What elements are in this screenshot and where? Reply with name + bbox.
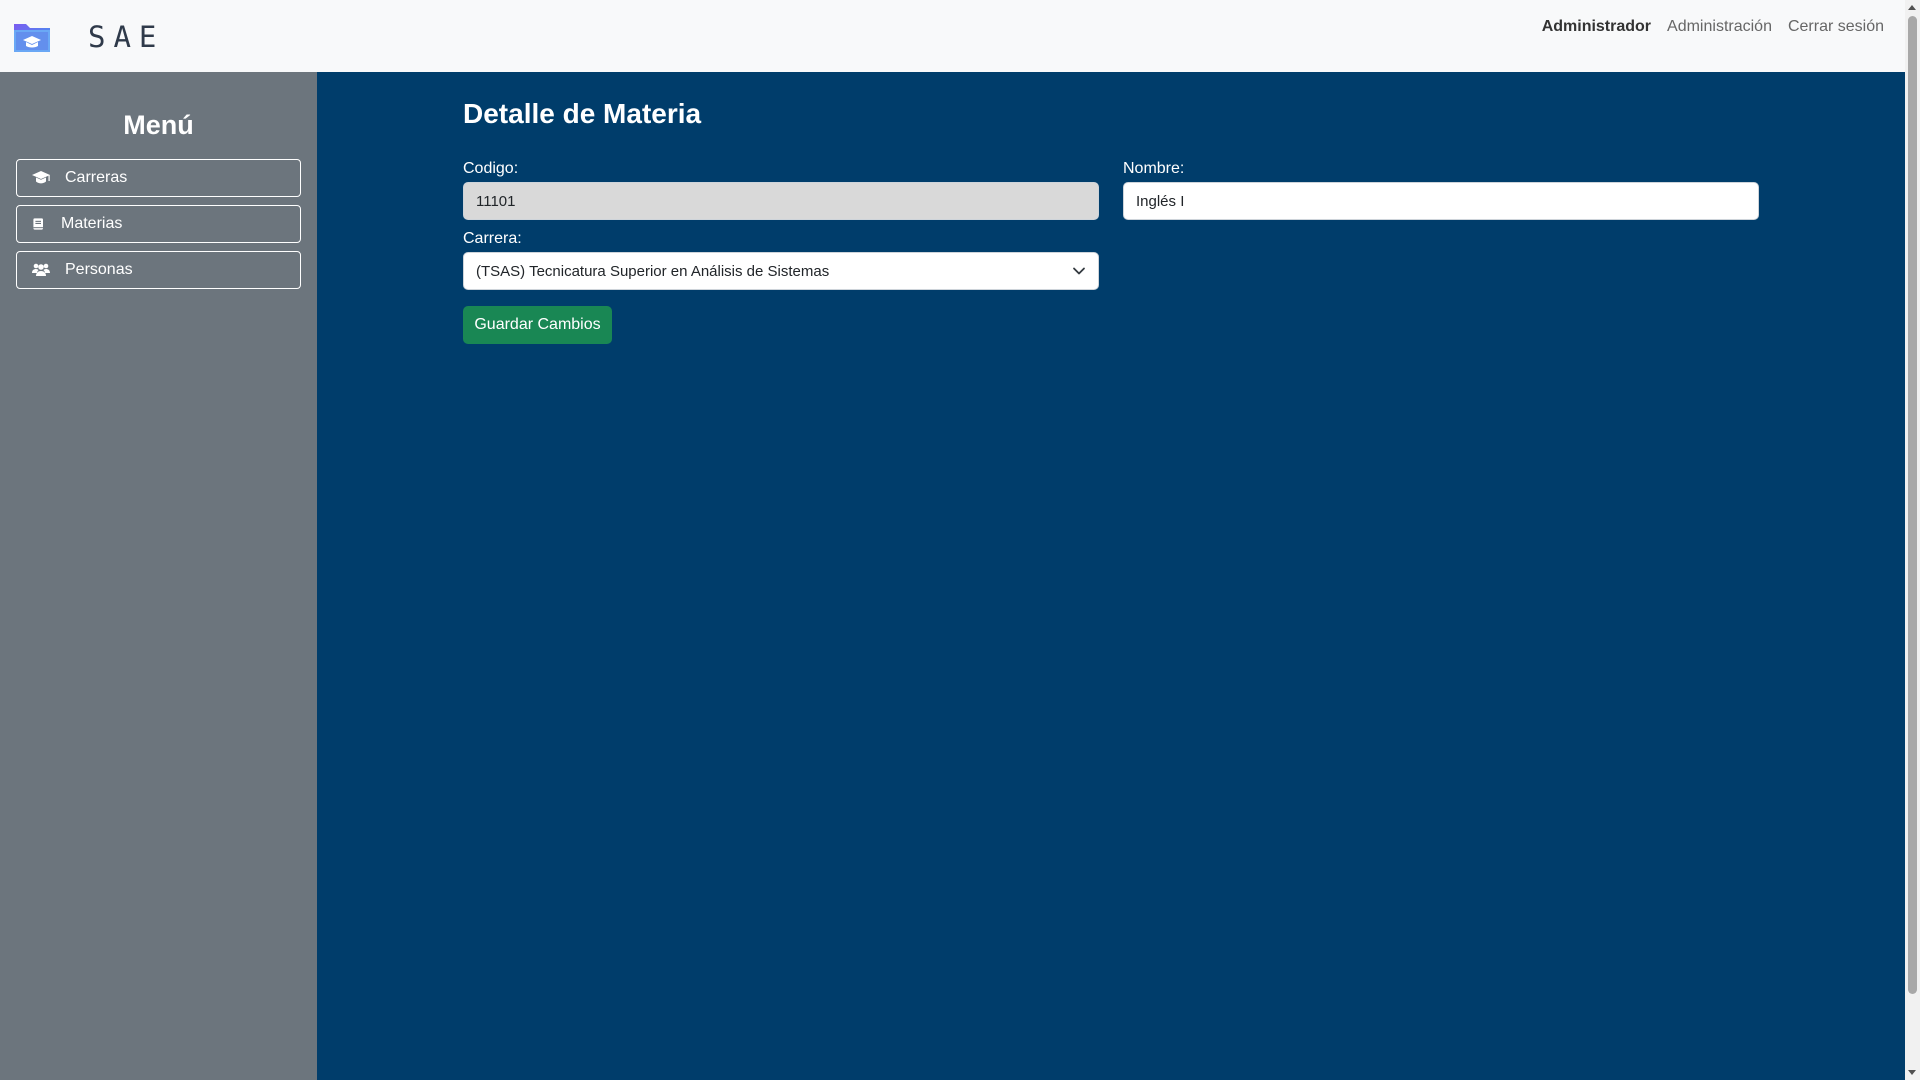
main-content: Detalle de Materia Codigo: 11101 Nombre:… (317, 72, 1905, 1080)
save-changes-button[interactable]: Guardar Cambios (463, 306, 612, 344)
top-navbar: SAE Administrador Administración Cerrar … (0, 0, 1905, 72)
sidebar-item-label: Personas (65, 261, 133, 278)
carrera-selected-value: (TSAS) Tecnicatura Superior en Análisis … (476, 262, 830, 280)
graduation-cap-icon (32, 171, 50, 184)
navbar-user-area: Administrador Administración Cerrar sesi… (1542, 18, 1893, 36)
sidebar-item-materias[interactable]: Materias (16, 205, 301, 243)
admin-link[interactable]: Administración (1667, 18, 1772, 36)
folder-graduation-cap-icon (14, 24, 50, 52)
brand[interactable]: SAE (12, 18, 164, 54)
sidebar-item-carreras[interactable]: Carreras (16, 159, 301, 197)
sidebar-item-personas[interactable]: Personas (16, 251, 301, 289)
scroll-down-arrow-icon[interactable] (1908, 1070, 1916, 1075)
brand-name: SAE (88, 20, 165, 54)
nombre-label: Nombre: (1123, 160, 1185, 177)
page-title: Detalle de Materia (463, 98, 702, 129)
codigo-label: Codigo: (463, 160, 519, 177)
users-icon (32, 263, 50, 276)
page-scrollbar[interactable] (1905, 0, 1920, 1080)
book-icon (33, 218, 43, 230)
nombre-field[interactable]: Inglés I (1123, 182, 1759, 220)
sidebar-title: Menú (123, 110, 194, 140)
scroll-up-arrow-icon[interactable] (1908, 5, 1916, 10)
carrera-label: Carrera: (463, 230, 522, 247)
page: SAE Administrador Administración Cerrar … (0, 0, 1920, 1080)
logout-link[interactable]: Cerrar sesión (1788, 18, 1884, 36)
chevron-down-icon (1073, 267, 1085, 275)
sidebar: Menú Carreras Materias Personas (0, 72, 317, 1080)
nombre-value: Inglés I (1136, 192, 1185, 210)
sidebar-item-label: Carreras (65, 169, 128, 186)
scrollbar-thumb[interactable] (1908, 16, 1917, 994)
current-user-name: Administrador (1541, 18, 1652, 35)
codigo-field: 11101 (463, 182, 1099, 220)
carrera-select[interactable]: (TSAS) Tecnicatura Superior en Análisis … (463, 252, 1099, 290)
sidebar-item-label: Materias (61, 215, 123, 232)
codigo-value: 11101 (476, 192, 516, 210)
